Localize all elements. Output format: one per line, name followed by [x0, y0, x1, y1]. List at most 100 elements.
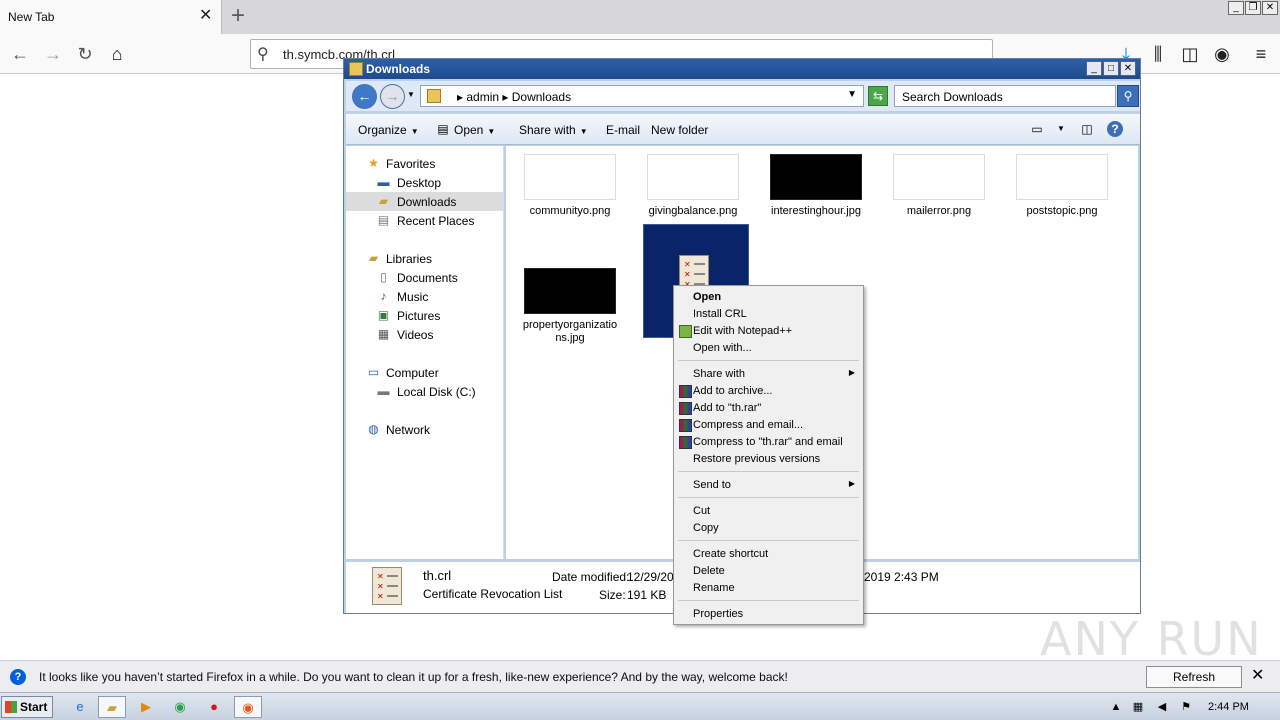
file-item[interactable]: interestinghour.jpg — [760, 154, 872, 234]
menu-item-compress-th-rar-email[interactable]: Compress to "th.rar" and email — [676, 434, 861, 451]
open-icon: ▤ — [437, 122, 449, 136]
share-with-button[interactable]: Share with ▼ — [519, 123, 588, 137]
search-icon[interactable]: ⚲ — [1117, 85, 1139, 107]
tab-close-icon[interactable]: ✕ — [199, 7, 212, 25]
close-icon[interactable]: ✕ — [1262, 1, 1278, 15]
file-thumbnail — [893, 154, 985, 200]
menu-label: Copy — [693, 522, 719, 534]
menu-item-open-with[interactable]: Open with... — [676, 340, 861, 357]
nav-item-network[interactable]: ◍ Network — [346, 420, 503, 439]
notepadpp-icon — [679, 325, 692, 338]
ie-icon[interactable]: e — [66, 696, 94, 718]
email-button[interactable]: E-mail — [606, 123, 640, 137]
file-item[interactable]: propertyorganizatio ns.jpg — [514, 268, 626, 358]
explorer-maximize-icon[interactable]: □ — [1103, 61, 1119, 76]
menu-item-add-to-th-rar[interactable]: Add to "th.rar" — [676, 400, 861, 417]
menu-item-copy[interactable]: Copy — [676, 520, 861, 537]
address-bar[interactable]: ▸ admin ▸ Downloads ▼ — [420, 85, 864, 107]
nav-item-computer[interactable]: ▭ Computer — [346, 363, 503, 382]
volume-icon[interactable]: ◀ — [1154, 699, 1170, 715]
submenu-arrow-icon: ▶ — [848, 368, 855, 377]
start-button[interactable]: Start — [1, 696, 53, 718]
media-player-icon[interactable]: ▶ — [132, 696, 160, 718]
nav-item-pictures[interactable]: ▣ Pictures — [346, 306, 503, 325]
action-center-icon[interactable]: ⚑ — [1178, 699, 1194, 715]
library-icon[interactable]: ⫼ — [1146, 42, 1170, 66]
explorer-title-bar[interactable]: Downloads _ □ ✕ — [344, 59, 1140, 79]
minimize-icon[interactable]: _ — [1228, 1, 1244, 15]
menu-item-edit-notepadpp[interactable]: Edit with Notepad++ — [676, 323, 861, 340]
file-item[interactable]: mailerror.png — [883, 154, 995, 234]
history-dropdown-icon[interactable]: ▼ — [407, 90, 415, 99]
menu-icon[interactable]: ≡ — [1249, 42, 1273, 66]
menu-item-add-to-archive[interactable]: Add to archive... — [676, 383, 861, 400]
network-tray-icon[interactable]: ▦ — [1130, 699, 1146, 715]
opera-icon[interactable]: ● — [200, 696, 228, 718]
navigation-pane: ★ Favorites ▬ Desktop ▰ Downloads ▤ Rece… — [346, 146, 504, 559]
view-dropdown-icon[interactable]: ▼ — [1053, 121, 1069, 137]
search-input[interactable]: Search Downloads — [894, 85, 1116, 107]
refresh-firefox-button[interactable]: Refresh Firefox… — [1146, 666, 1242, 704]
documents-icon: ▯ — [380, 270, 387, 284]
chrome-icon[interactable]: ◉ — [166, 696, 194, 718]
firefox-icon[interactable]: ◉ — [234, 696, 262, 718]
menu-item-compress-email[interactable]: Compress and email... — [676, 417, 861, 434]
nav-label: Documents — [397, 271, 458, 285]
breadcrumb[interactable]: ▸ admin ▸ Downloads — [457, 90, 571, 104]
menu-item-rename[interactable]: Rename — [676, 580, 861, 597]
menu-item-install-crl[interactable]: Install CRL — [676, 306, 861, 323]
clock[interactable]: 2:44 PM — [1208, 701, 1249, 713]
start-label: Start — [20, 700, 48, 714]
sidebar-icon[interactable]: ◫ — [1178, 42, 1202, 66]
menu-item-delete[interactable]: Delete — [676, 563, 861, 580]
nav-item-documents[interactable]: ▯ Documents — [346, 268, 503, 287]
view-icon[interactable]: ▭ — [1029, 121, 1045, 137]
refresh-icon[interactable]: ⇆ — [868, 86, 888, 106]
nav-item-downloads[interactable]: ▰ Downloads — [346, 192, 503, 211]
explorer-icon[interactable]: ▰ — [98, 696, 126, 718]
forward-icon[interactable]: → — [41, 42, 65, 66]
new-tab-button[interactable]: + — [231, 3, 245, 29]
nav-item-local-disk[interactable]: ▬ Local Disk (C:) — [346, 382, 503, 401]
preview-pane-icon[interactable]: ◫ — [1079, 121, 1095, 137]
menu-item-send-to[interactable]: Send to ▶ — [676, 477, 861, 494]
organize-button[interactable]: Organize ▼ — [358, 123, 419, 137]
menu-item-restore-previous[interactable]: Restore previous versions — [676, 451, 861, 468]
restore-icon[interactable]: ❐ — [1245, 1, 1261, 15]
new-folder-button[interactable]: New folder — [651, 123, 708, 137]
menu-item-cut[interactable]: Cut — [676, 503, 861, 520]
address-dropdown-icon[interactable]: ▼ — [847, 89, 857, 100]
nav-item-videos[interactable]: ▦ Videos — [346, 325, 503, 344]
detail-file-type: Certificate Revocation List — [423, 587, 563, 601]
file-item[interactable]: poststopic.png — [1006, 154, 1118, 234]
explorer-minimize-icon[interactable]: _ — [1086, 61, 1102, 76]
nav-item-favorites[interactable]: ★ Favorites — [346, 154, 503, 173]
explorer-close-icon[interactable]: ✕ — [1120, 61, 1136, 76]
nav-item-music[interactable]: ♪ Music — [346, 287, 503, 306]
account-icon[interactable]: ◉ — [1210, 42, 1234, 66]
tab-new-tab[interactable]: New Tab ✕ — [0, 0, 222, 34]
reload-icon[interactable]: ↻ — [73, 42, 97, 66]
file-item[interactable]: communityo.png — [514, 154, 626, 234]
file-item[interactable]: givingbalance.png — [637, 154, 749, 234]
menu-label: Properties — [693, 608, 744, 620]
nav-item-desktop[interactable]: ▬ Desktop — [346, 173, 503, 192]
back-icon[interactable]: ← — [8, 42, 32, 66]
detail-size-label: Size: — [599, 588, 626, 602]
forward-arrow-icon[interactable]: → — [380, 84, 405, 109]
tray-expand-icon[interactable]: ▲ — [1108, 699, 1124, 715]
menu-item-open[interactable]: Open — [676, 289, 861, 306]
back-arrow-icon[interactable]: ← — [352, 84, 377, 109]
nav-item-libraries[interactable]: ▰ Libraries — [346, 249, 503, 268]
chevron-down-icon: ▼ — [487, 127, 496, 136]
music-icon: ♪ — [380, 289, 387, 303]
home-icon[interactable]: ⌂ — [105, 42, 129, 66]
menu-item-properties[interactable]: Properties — [676, 606, 861, 623]
help-icon[interactable]: ? — [1107, 121, 1123, 137]
menu-item-share-with[interactable]: Share with ▶ — [676, 366, 861, 383]
menu-item-create-shortcut[interactable]: Create shortcut — [676, 546, 861, 563]
nav-item-recent-places[interactable]: ▤ Recent Places — [346, 211, 503, 230]
close-icon[interactable]: ✕ — [1251, 667, 1264, 685]
open-button[interactable]: Open ▼ — [454, 123, 495, 137]
chevron-down-icon: ▼ — [579, 127, 588, 136]
